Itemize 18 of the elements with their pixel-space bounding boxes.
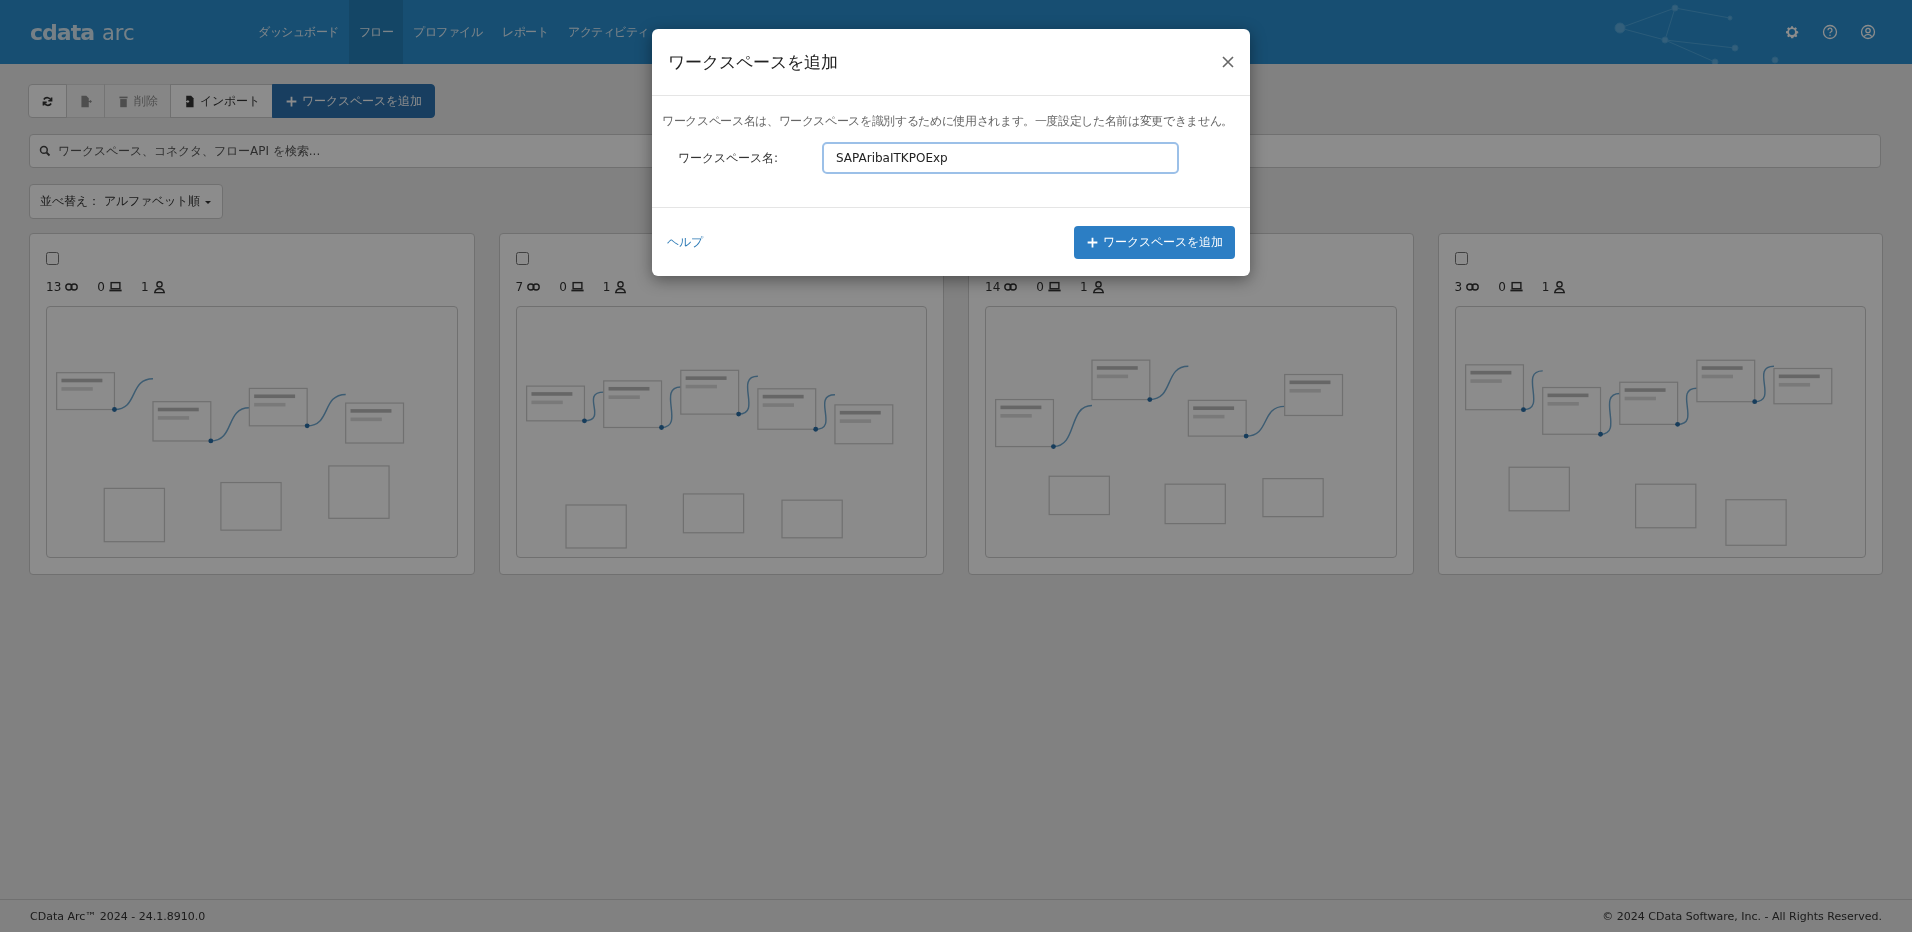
- users-count: 1: [1079, 280, 1088, 294]
- users-count: 1: [602, 280, 611, 294]
- connections-count: 14: [985, 280, 1001, 294]
- dialog-description: ワークスペース名は、ワークスペースを識別するために使用されます。一度設定した名前は変更できません。: [662, 113, 1234, 129]
- connections-count: 7: [515, 280, 524, 294]
- connections-count: 13: [46, 280, 62, 294]
- dialog-title: ワークスペースを追加: [668, 50, 838, 74]
- version-text: CData Arc™ 2024 - 24.1.8910.0: [30, 909, 206, 923]
- field-label: ワークスペース名:: [677, 149, 780, 167]
- ports-count: 0: [559, 280, 567, 294]
- users-count: 1: [140, 280, 149, 294]
- users-count: 1: [1541, 280, 1550, 294]
- ports-count: 0: [1498, 280, 1506, 294]
- ports-count: 0: [1036, 280, 1044, 294]
- copyright-text: © 2024 CData Software, Inc. - All Rights Reserved.: [1602, 909, 1882, 923]
- ports-count: 0: [97, 280, 105, 294]
- connections-count: 3: [1454, 280, 1463, 294]
- product-name: arc: [102, 20, 135, 45]
